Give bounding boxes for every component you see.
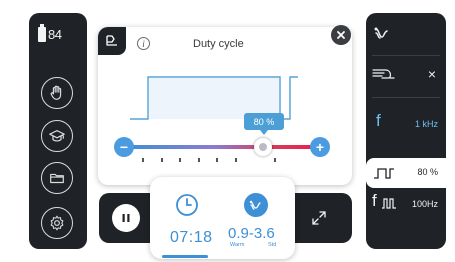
left-sidebar: 84 [29,13,87,249]
electrode-row[interactable]: × [366,62,446,88]
gear-icon [50,215,64,231]
right-sidebar: × f 1 kHz 80 % f 100Hz [366,13,446,249]
hand-icon [50,85,62,100]
slider-tick [235,158,237,162]
graduation-cap-icon [49,130,65,142]
frequency-symbol: f [376,111,381,130]
slider-tick [179,158,181,162]
pause-icon [122,214,130,222]
duty-cycle-slider-thumb[interactable] [254,138,272,156]
burst-frequency-f: f [372,191,377,210]
duty-cycle-card: i Duty cycle 80 % − + [98,25,352,185]
intensity-range: 0.9-3.6 [228,225,275,242]
burst-frequency-row[interactable]: f 100Hz [366,191,446,217]
clock-icon [176,194,198,216]
wave-icon [249,200,261,210]
separator [372,55,440,56]
range-label-max: Std [268,242,277,248]
range-label-min: Warm [230,242,245,248]
folder-button[interactable] [41,162,73,194]
remove-electrode-button[interactable]: × [428,66,436,82]
battery-level: 84 [48,27,62,42]
cable-icon [372,69,395,79]
mode-row[interactable] [366,21,446,47]
increase-button[interactable]: + [310,137,330,157]
slider-tick [198,158,200,162]
device-screen: 84 i Duty cycle 80 % − + × f 1 kHz 80 % … [0,0,455,262]
frequency-value: 1 kHz [414,119,438,129]
slider-tick [216,158,218,162]
pause-button[interactable] [112,204,140,232]
decrease-button[interactable]: − [114,137,134,157]
duty-cycle-value-badge: 80 % [244,113,284,135]
timer-card: 07:18 0.9-3.6 Warm Std [150,177,295,259]
timer-progress-bar [162,255,208,258]
frequency-row[interactable]: f 1 kHz [366,111,446,137]
folder-icon [50,173,64,184]
duty-cycle-waveform [130,76,298,120]
hand-button[interactable] [41,77,73,109]
learning-button[interactable] [41,120,73,152]
slider-tick [142,158,144,162]
settings-button[interactable] [41,207,73,239]
duty-cycle-row-value: 80 % [417,167,438,177]
battery-status: 84 [38,24,78,46]
treatment-time: 07:18 [170,229,213,246]
pulse-train-icon [382,198,396,209]
separator [372,97,440,98]
burst-frequency-value: 100Hz [411,199,438,209]
duty-cycle-row-active[interactable]: 80 % [366,158,446,188]
battery-icon [38,24,46,42]
square-wave-icon [374,168,394,179]
expand-icon[interactable] [311,210,327,226]
wave-icon [374,27,388,39]
duty-cycle-slider-track[interactable] [126,145,322,149]
slider-tick [274,158,276,162]
intensity-mode-button[interactable] [244,193,268,217]
slider-tick [161,158,163,162]
